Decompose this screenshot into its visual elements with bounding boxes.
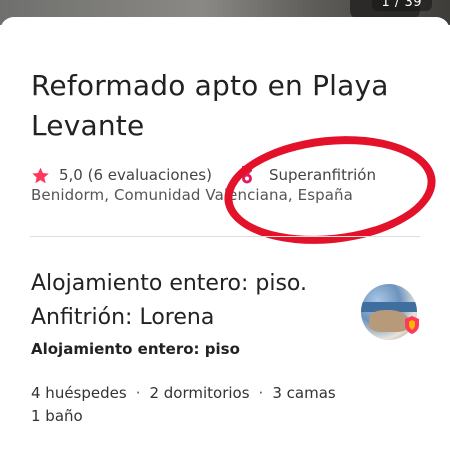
superhost-shield-icon: [405, 316, 419, 334]
review-count: (6 evaluaciones): [87, 166, 212, 184]
separator-dot: ·: [258, 384, 264, 402]
divider: [30, 236, 420, 237]
star-icon: [32, 167, 49, 183]
listing-type-sub: Alojamiento entero: piso: [31, 340, 240, 358]
amenity-beds: 3 camas: [272, 384, 336, 402]
rating-row[interactable]: 5,0 (6 evaluaciones): [31, 164, 212, 186]
amenity-guests: 4 huéspedes: [31, 384, 127, 402]
amenity-bedrooms: 2 dormitorios: [149, 384, 250, 402]
rating-value: 5,0: [59, 166, 83, 184]
listing-title: Reformado apto en Playa Levante: [31, 69, 389, 142]
photo-counter: 1 / 39: [371, 0, 432, 11]
listing-location[interactable]: Benidorm, Comunidad Valenciana, España: [31, 186, 353, 204]
separator-dot: ·: [135, 384, 141, 402]
listing-type-title: Alojamiento entero: piso. Anfitrión: Lor…: [31, 271, 307, 330]
superhost-label: Superanfitrión: [269, 166, 376, 184]
avatar-rock: [369, 310, 409, 332]
amenities-summary: 4 huéspedes · 2 dormitorios · 3 camas 1 baño: [31, 382, 426, 428]
superhost-badge: Superanfitrión: [241, 164, 376, 186]
superhost-medal-icon: [242, 166, 252, 184]
amenity-baths: 1 baño: [31, 407, 83, 425]
